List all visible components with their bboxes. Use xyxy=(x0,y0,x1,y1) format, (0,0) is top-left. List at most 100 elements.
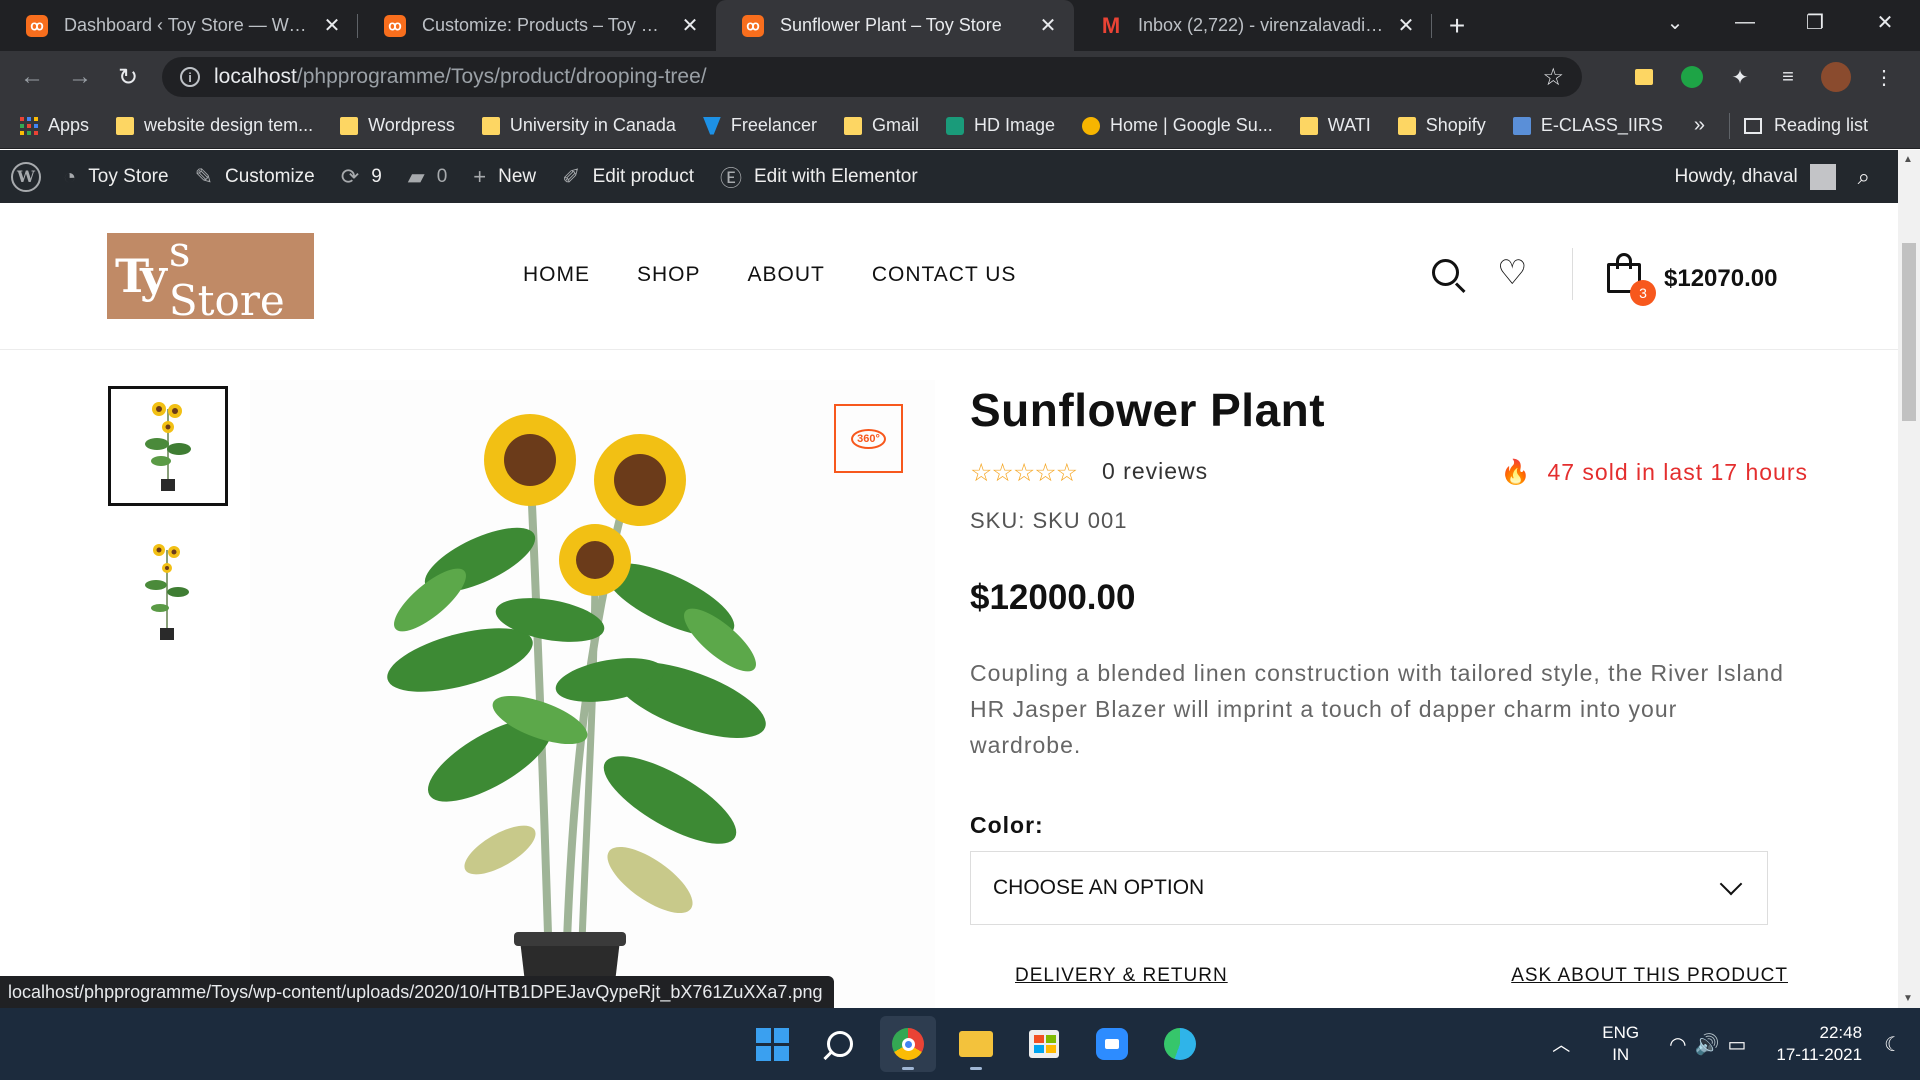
user-avatar[interactable] xyxy=(1809,163,1836,190)
wp-admin-bar: W ◔ Toy Store ✎ Customize ⟳ 9 ▰ 0 + New … xyxy=(0,150,1898,203)
bookmark-wordpress[interactable]: Wordpress xyxy=(340,115,455,136)
nav-about[interactable]: ABOUT xyxy=(748,263,825,287)
window-close-button[interactable]: ✕ xyxy=(1850,0,1920,44)
reading-list-button[interactable]: Reading list xyxy=(1743,115,1868,136)
admin-edit-product[interactable]: ✐ Edit product xyxy=(562,164,694,190)
language-indicator[interactable]: ENG IN xyxy=(1602,1022,1639,1066)
delivery-return-link[interactable]: DELIVERY & RETURN xyxy=(1015,965,1228,987)
folder-icon xyxy=(1299,116,1318,135)
site-logo[interactable]: Ty s Store xyxy=(107,233,314,319)
header-search-icon[interactable] xyxy=(1430,257,1468,297)
cart-count-badge: 3 xyxy=(1630,280,1656,306)
wishlist-heart-icon[interactable]: ♡ xyxy=(1497,253,1527,293)
taskbar-file-explorer[interactable] xyxy=(948,1016,1004,1072)
bookmark-gmail[interactable]: Gmail xyxy=(843,115,919,136)
bookmark-freelancer[interactable]: Freelancer xyxy=(702,115,817,136)
bookmark-shopify[interactable]: Shopify xyxy=(1397,115,1486,136)
admin-elementor-label: Edit with Elementor xyxy=(754,165,918,187)
rotate-360-icon: 360° xyxy=(851,428,886,449)
bookmark-university[interactable]: University in Canada xyxy=(481,115,676,136)
cart-total[interactable]: $12070.00 xyxy=(1664,265,1777,293)
nav-shop[interactable]: SHOP xyxy=(637,263,701,287)
bookmark-eclass-iirs[interactable]: E-CLASS_IIRS xyxy=(1512,115,1663,136)
lang-bottom: IN xyxy=(1612,1045,1630,1064)
elementor-icon: Ⓔ xyxy=(719,165,742,191)
extension-notes-icon[interactable] xyxy=(1635,69,1653,85)
info-icon[interactable]: i xyxy=(180,67,200,87)
taskbar-store[interactable] xyxy=(1016,1016,1072,1072)
admin-site-name[interactable]: ◔ Toy Store xyxy=(63,164,169,190)
extension-grammarly-icon[interactable] xyxy=(1681,66,1703,88)
scrollbar-thumb[interactable] xyxy=(1902,243,1916,421)
chrome-icon xyxy=(892,1028,924,1060)
ask-about-product-link[interactable]: ASK ABOUT THIS PRODUCT xyxy=(1511,965,1788,987)
bookmark-website-design[interactable]: website design tem... xyxy=(116,115,313,136)
close-icon[interactable]: ✕ xyxy=(1036,14,1060,38)
search-icon[interactable]: ⌕ xyxy=(1858,164,1870,190)
tab-dashboard[interactable]: ꝏ Dashboard ‹ Toy Store — WordPress ✕ xyxy=(0,0,358,51)
apps-icon xyxy=(20,116,38,135)
puzzle-extensions-icon[interactable]: ✦ xyxy=(1716,57,1764,97)
wordpress-logo-icon[interactable]: W xyxy=(11,161,41,192)
admin-customize[interactable]: ✎ Customize xyxy=(195,164,315,190)
color-select[interactable]: CHOOSE AN OPTION xyxy=(970,851,1768,925)
admin-comments[interactable]: ▰ 0 xyxy=(408,164,448,190)
reviews-link[interactable]: 0 reviews xyxy=(1102,458,1208,485)
admin-comments-count: 0 xyxy=(436,165,448,187)
taskbar-zoom[interactable] xyxy=(1084,1016,1140,1072)
nav-home[interactable]: HOME xyxy=(523,263,590,287)
start-button[interactable] xyxy=(744,1016,800,1072)
running-indicator xyxy=(970,1067,982,1070)
wifi-volume-battery-icons[interactable]: ◠🔊▭ xyxy=(1669,1032,1754,1057)
tab-search-icon[interactable]: ⌄ xyxy=(1640,0,1710,44)
scroll-down-arrow-icon[interactable]: ▼ xyxy=(1903,993,1913,1004)
restore-button[interactable]: ❐ xyxy=(1780,0,1850,44)
clock[interactable]: 22:48 17-11-2021 xyxy=(1776,1022,1862,1066)
windows-start-icon xyxy=(755,1027,789,1061)
profile-avatar[interactable] xyxy=(1821,62,1851,92)
admin-new[interactable]: + New xyxy=(473,164,536,190)
link-status-bubble: localhost/phpprogramme/Toys/wp-content/u… xyxy=(0,976,835,1009)
view-360-button[interactable]: 360° xyxy=(834,404,903,473)
close-icon[interactable]: ✕ xyxy=(678,14,702,38)
gallery-thumbnail-1[interactable] xyxy=(108,386,228,506)
kebab-menu-icon[interactable]: ⋮ xyxy=(1860,57,1908,97)
taskbar-chrome[interactable] xyxy=(880,1016,936,1072)
nav-contact-us[interactable]: CONTACT US xyxy=(872,263,1017,287)
tab-customize[interactable]: ꝏ Customize: Products – Toy Store ✕ xyxy=(358,0,716,51)
reload-button[interactable]: ↻ xyxy=(104,57,152,97)
bookmark-wati[interactable]: WATI xyxy=(1299,115,1371,136)
more-bookmarks-button[interactable]: » xyxy=(1694,114,1705,137)
minimize-button[interactable]: — xyxy=(1710,0,1780,44)
gallery-thumbnail-2[interactable] xyxy=(140,530,230,650)
close-icon[interactable]: ✕ xyxy=(320,14,344,38)
admin-updates[interactable]: ⟳ 9 xyxy=(341,164,382,190)
sunflower-plant-image xyxy=(387,414,766,1008)
chevron-up-icon[interactable]: ︿ xyxy=(1552,1031,1570,1057)
tab-title: Sunflower Plant – Toy Store xyxy=(780,15,1002,35)
taskbar-edge-canary[interactable] xyxy=(1152,1016,1208,1072)
new-tab-button[interactable]: + xyxy=(1432,0,1482,51)
scroll-up-arrow-icon[interactable]: ▲ xyxy=(1903,154,1913,165)
sunflower-thumbnail-image xyxy=(145,544,189,640)
bookmark-star-icon[interactable]: ☆ xyxy=(1542,63,1564,92)
admin-edit-elementor[interactable]: Ⓔ Edit with Elementor xyxy=(720,161,918,193)
page-scrollbar[interactable]: ▲ ▼ xyxy=(1898,150,1920,1008)
focus-assist-moon-icon[interactable]: ☾ xyxy=(1884,1032,1902,1057)
back-button[interactable]: ← xyxy=(8,57,56,97)
url-host: localhost xyxy=(214,65,297,88)
bookmark-apps[interactable]: Apps xyxy=(20,115,89,136)
bookmark-hd-image[interactable]: HD Image xyxy=(945,115,1055,136)
taskbar-search-button[interactable] xyxy=(812,1016,868,1072)
address-bar[interactable]: i localhost/phpprogramme/Toys/product/dr… xyxy=(162,57,1582,97)
product-main-image[interactable] xyxy=(250,380,935,1008)
tab-sunflower-plant[interactable]: ꝏ Sunflower Plant – Toy Store ✕ xyxy=(716,0,1074,51)
tab-gmail-inbox[interactable]: M Inbox (2,722) - virenzalavadiya01 ✕ xyxy=(1074,0,1432,51)
close-icon[interactable]: ✕ xyxy=(1394,14,1418,38)
forward-button[interactable]: → xyxy=(56,57,104,97)
howdy-label[interactable]: Howdy, dhaval xyxy=(1674,166,1797,188)
fire-icon: 🔥 xyxy=(1500,459,1532,486)
bookmark-google-sites[interactable]: Home | Google Su... xyxy=(1082,115,1273,136)
tab-title: Inbox (2,722) - virenzalavadiya01 xyxy=(1138,15,1386,35)
media-queue-icon[interactable]: ≡ xyxy=(1764,57,1812,97)
